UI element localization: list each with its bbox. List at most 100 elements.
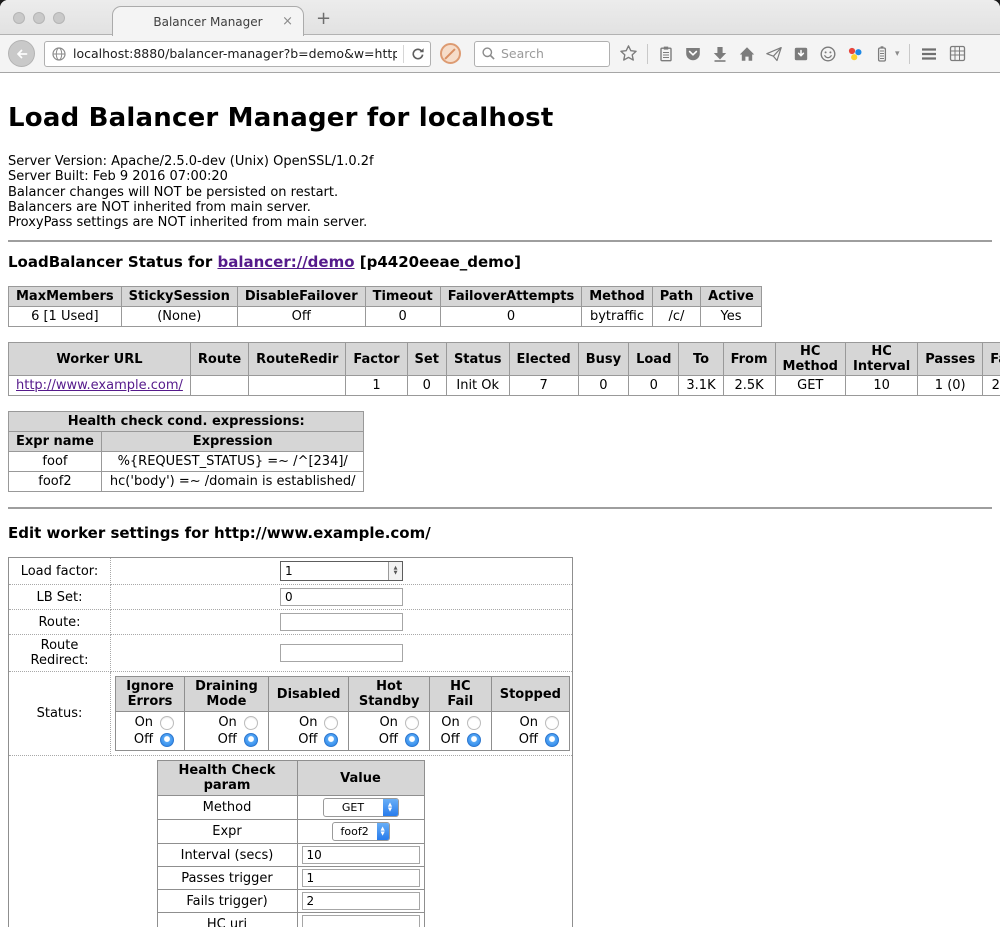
radio-on-disabled[interactable] (324, 716, 338, 730)
load-factor-input[interactable] (281, 562, 388, 580)
radio-off-label: Off (134, 732, 153, 747)
home-icon[interactable] (738, 45, 756, 63)
hc-param-label: Expr (157, 820, 297, 844)
search-input[interactable] (501, 46, 591, 61)
clipboard-icon[interactable] (657, 45, 675, 63)
balancer-link[interactable]: balancer://demo (217, 253, 354, 271)
divider (8, 240, 992, 242)
interval-input[interactable] (302, 846, 420, 864)
radio-on-hc-fail[interactable] (467, 716, 481, 730)
field-value-cell (111, 585, 573, 610)
status-radio-cell: OnOff (429, 712, 491, 751)
radio-off-hot-standby[interactable] (405, 733, 419, 747)
route-input[interactable] (280, 613, 403, 631)
tab-close-icon[interactable]: × (282, 14, 293, 29)
fails-input[interactable] (302, 892, 420, 910)
load-factor-stepper[interactable]: ▲▼ (280, 561, 403, 581)
field-value-cell (111, 635, 573, 672)
column-header: Busy (578, 343, 628, 376)
field-value-cell: ▲▼ (111, 558, 573, 585)
color-dots-icon[interactable] (846, 45, 864, 63)
expression-cell: hc('body') =~ /domain is established/ (101, 472, 364, 492)
radio-on-row: On (438, 714, 483, 731)
column-header: FailoverAttempts (440, 287, 582, 307)
urlbar-divider (403, 45, 404, 63)
hc-header-row: Health Check paramValue (157, 761, 424, 796)
column-header: Worker URL (9, 343, 191, 376)
table-cell: (None) (121, 307, 237, 327)
field-value-cell (111, 610, 573, 635)
smiley-icon[interactable] (819, 45, 837, 63)
hc-row: Passes trigger (157, 867, 424, 890)
field-label: Status: (9, 672, 111, 756)
status-column-header: Stopped (491, 677, 569, 712)
table-cell: 2 (0) (983, 376, 1000, 396)
route-redirect-input[interactable] (280, 644, 403, 662)
close-window-icon[interactable] (13, 12, 25, 24)
radio-off-row: Off (124, 731, 176, 748)
select-stepper-icon: ▲▼ (377, 822, 389, 841)
radio-on-hot-standby[interactable] (405, 716, 419, 730)
table-cell: 0 (629, 376, 679, 396)
radio-on-row: On (193, 714, 260, 731)
grid-extension-icon[interactable] (948, 44, 967, 63)
pocket-icon[interactable] (684, 45, 702, 63)
worker-url-link[interactable]: http://www.example.com/ (16, 378, 183, 393)
column-header: Expr name (9, 432, 102, 452)
status-column-header: Disabled (268, 677, 349, 712)
back-button[interactable] (8, 40, 35, 67)
content-blocker-icon[interactable] (440, 43, 461, 64)
radio-on-ignore-errors[interactable] (160, 716, 174, 730)
form-row: Route Redirect: (9, 635, 573, 672)
overflow-caret-icon[interactable]: ▾ (895, 49, 900, 59)
passes-input[interactable] (302, 869, 420, 887)
table-cell: 1 (0) (918, 376, 983, 396)
menu-hamburger-icon[interactable] (919, 45, 939, 63)
hc-uri-input[interactable] (302, 915, 420, 927)
hc-row: Interval (secs) (157, 844, 424, 867)
column-header: MaxMembers (9, 287, 122, 307)
status-radio-cell: OnOff (491, 712, 569, 751)
column-header: Timeout (365, 287, 440, 307)
hc-column-header: Value (297, 761, 424, 796)
lb-set-input[interactable] (280, 588, 403, 606)
radio-off-draining-mode[interactable] (244, 733, 258, 747)
radio-on-stopped[interactable] (545, 716, 559, 730)
persist-note: Balancer changes will NOT be persisted o… (8, 185, 992, 200)
radio-off-stopped[interactable] (545, 733, 559, 747)
column-header: To (679, 343, 723, 376)
battery-icon[interactable] (873, 45, 891, 63)
column-header: Elected (509, 343, 578, 376)
maximize-window-icon[interactable] (53, 12, 65, 24)
download-box-icon[interactable] (792, 45, 810, 63)
radio-off-hc-fail[interactable] (467, 733, 481, 747)
expr-name-cell: foof2 (9, 472, 102, 492)
new-tab-button[interactable]: + (316, 8, 331, 29)
expr-select[interactable]: foof2▲▼ (332, 822, 390, 841)
radio-on-label: On (379, 715, 397, 730)
search-bar[interactable] (474, 41, 610, 67)
reload-icon[interactable] (410, 46, 426, 62)
tbody: MethodGET▲▼Exprfoof2▲▼Interval (secs)Pas… (157, 796, 424, 927)
method-select[interactable]: GET▲▼ (323, 798, 399, 817)
expr-name-cell: foof (9, 452, 102, 472)
heading-suffix: [p4420eeae_demo] (355, 253, 521, 271)
window-controls[interactable] (13, 12, 65, 24)
url-text[interactable]: localhost:8880/balancer-manager?b=demo&w… (73, 46, 397, 61)
radio-on-label: On (135, 715, 153, 730)
hc-value-cell (297, 844, 424, 867)
radio-off-ignore-errors[interactable] (160, 733, 174, 747)
minimize-window-icon[interactable] (33, 12, 45, 24)
status-header-row: Ignore ErrorsDraining ModeDisabledHot St… (116, 677, 570, 712)
radio-off-disabled[interactable] (324, 733, 338, 747)
radio-on-draining-mode[interactable] (244, 716, 258, 730)
column-header: RouteRedir (249, 343, 346, 376)
send-plane-icon[interactable] (765, 45, 783, 63)
url-bar[interactable]: localhost:8880/balancer-manager?b=demo&w… (44, 41, 431, 67)
server-info: Server Version: Apache/2.5.0-dev (Unix) … (8, 154, 992, 230)
downloads-icon[interactable] (711, 45, 729, 63)
browser-tab[interactable]: Balancer Manager × (112, 6, 304, 36)
column-header: Path (652, 287, 700, 307)
hc-param-label: HC uri (157, 913, 297, 927)
bookmark-star-icon[interactable] (619, 44, 638, 63)
